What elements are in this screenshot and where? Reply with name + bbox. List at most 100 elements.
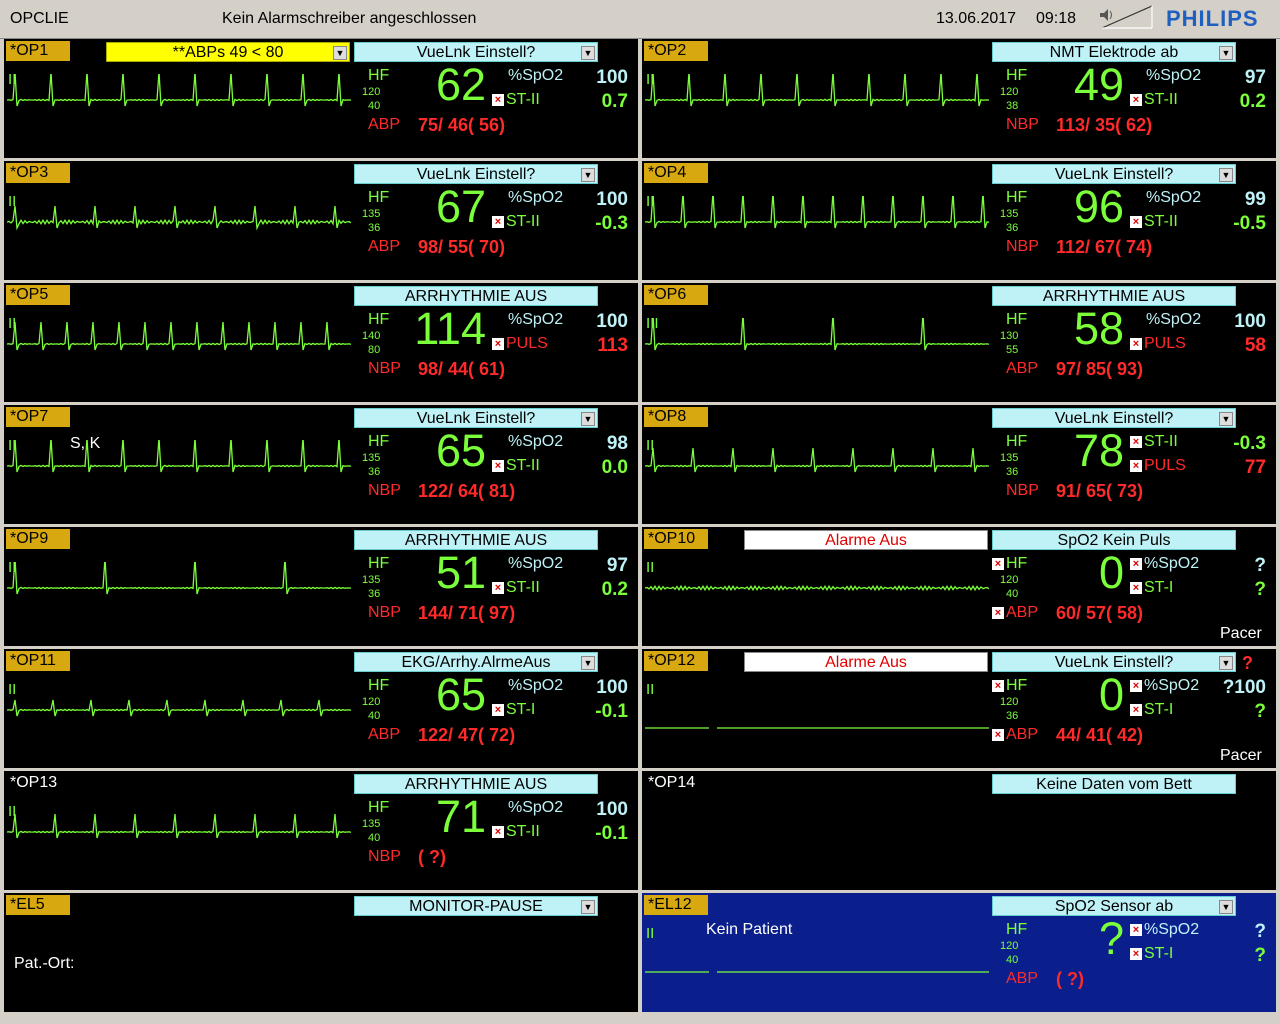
ecg-waveform	[645, 318, 989, 351]
bp-label: NBP	[368, 604, 401, 621]
heart-rate-value: 78	[1073, 425, 1124, 476]
heart-rate-value: 51	[435, 547, 486, 598]
ecg-waveform	[645, 971, 989, 973]
param1-value: 99	[1244, 189, 1266, 210]
bed-label[interactable]: *OP4	[644, 163, 708, 183]
bp-label: ABP	[1006, 970, 1039, 987]
bed-tile[interactable]: *OP11 EKG/Arrhy.AlrmeAus ▼ II HF 120 40 65 %SpO2…	[4, 649, 638, 768]
bed-tile[interactable]: *OP1 **ABPs 49 < 80 ▼ VueLnk Einstell? ▼ II HF…	[4, 39, 638, 158]
bp-value: ( ?)	[418, 847, 446, 867]
bed-tile[interactable]: *OP9 ARRHYTHMIE AUS II HF 135 36 51 %SpO2 97 × ST-…	[4, 527, 638, 646]
alarm-off-box[interactable]: Alarme Aus	[744, 530, 988, 550]
alarm-off-box[interactable]: Alarme Aus	[744, 652, 988, 672]
heart-rate-value: 65	[435, 425, 486, 476]
speaker-volume-icon[interactable]	[1098, 4, 1154, 30]
bed-label[interactable]: *EL5	[6, 895, 70, 915]
bed-tile[interactable]: *OP3 VueLnk Einstell? ▼ II HF 135 36 67 %SpO2 100…	[4, 161, 638, 280]
param1-label: %SpO2	[508, 555, 564, 572]
alarm-off-x-icon: ×	[1130, 338, 1142, 350]
alarm-message-box[interactable]: **ABPs 49 < 80 ▼	[106, 42, 350, 62]
app-title: OPCLIE	[10, 10, 69, 27]
param1-value: ?100	[1222, 677, 1266, 698]
status-box[interactable]: MONITOR-PAUSE ▼	[354, 896, 598, 916]
dropdown-arrow-icon[interactable]: ▼	[581, 168, 595, 182]
bed-tile[interactable]: *OP13 ARRHYTHMIE AUS II HF 135 40 71 %SpO2 100 × S…	[4, 771, 638, 890]
alarm-off-x-icon: ×	[492, 460, 504, 472]
bed-label[interactable]: *OP6	[644, 285, 708, 305]
ecg-waveform	[7, 699, 351, 717]
dropdown-arrow-icon[interactable]: ▼	[581, 412, 595, 426]
ecg-waveform	[645, 447, 989, 473]
dropdown-arrow-icon[interactable]: ▼	[1219, 168, 1233, 182]
bp-label: ABP	[368, 238, 401, 255]
param2-label: × ST-II	[492, 457, 540, 475]
dropdown-arrow-icon[interactable]: ▼	[1219, 656, 1233, 670]
param2-label: × ST-II	[492, 213, 540, 231]
bed-tile[interactable]: *OP14 Keine Daten vom Bett	[642, 771, 1276, 890]
bed-label[interactable]: *OP10	[644, 529, 708, 549]
bed-tile[interactable]: *OP5 ARRHYTHMIE AUS II HF 140 80 114 %SpO2 100 × P…	[4, 283, 638, 402]
alarm-off-x-icon: ×	[1130, 216, 1142, 228]
alarm-off-x-icon: ×	[992, 607, 1004, 619]
param1-label: %SpO2	[508, 67, 564, 84]
bed-label[interactable]: *OP9	[6, 529, 70, 549]
bed-label[interactable]: *OP2	[644, 41, 708, 61]
param1-value: 97	[606, 555, 628, 576]
dropdown-arrow-icon[interactable]: ▼	[581, 656, 595, 670]
alarm-off-x-icon: ×	[1130, 582, 1142, 594]
status-message: Kein Alarmschreiber angeschlossen	[222, 10, 477, 27]
bp-value: 113/ 35( 62)	[1056, 115, 1153, 135]
bed-tile[interactable]: *OP6 ARRHYTHMIE AUS III HF 130 55 58 %SpO2 100 × P…	[642, 283, 1276, 402]
bed-label[interactable]: *OP8	[644, 407, 708, 427]
param2-value: 0.0	[601, 457, 628, 478]
ecg-waveform	[645, 196, 989, 229]
dropdown-arrow-icon[interactable]: ▼	[581, 900, 595, 914]
bed-label[interactable]: *OP7	[6, 407, 70, 427]
bed-tile[interactable]: *EL12 SpO2 Sensor ab ▼ II Kein Patient HF 120 4…	[642, 893, 1276, 1012]
bed-label[interactable]: *OP1	[6, 41, 70, 61]
bp-label: NBP	[1006, 238, 1039, 255]
bed-label[interactable]: *OP3	[6, 163, 70, 183]
dropdown-arrow-icon[interactable]: ▼	[333, 46, 347, 60]
param1-value: 100	[1234, 311, 1266, 332]
param2-label: × ST-II	[492, 91, 540, 109]
bed-label[interactable]: *OP14	[644, 773, 708, 793]
patient-figure-icon[interactable]: ?	[1242, 653, 1253, 674]
bp-value: 98/ 55( 70)	[418, 237, 506, 257]
bed-label[interactable]: *OP11	[6, 651, 70, 671]
param1-label: %SpO2	[508, 433, 564, 450]
philips-logo: PHILIPS	[1166, 6, 1259, 31]
param1-value: 100	[596, 677, 628, 698]
param2-value: 0.2	[601, 579, 628, 600]
bp-value: 144/ 71( 97)	[418, 603, 516, 623]
bed-tile[interactable]: *OP12 Alarme Aus VueLnk Einstell? ▼ II × HF 120…	[642, 649, 1276, 768]
bed-tile[interactable]: *OP7 VueLnk Einstell? ▼ II S, K HF 135 36 65 %SpO…	[4, 405, 638, 524]
ecg-waveform	[7, 813, 351, 839]
date: 13.06.2017	[936, 10, 1017, 27]
bp-value: ( ?)	[1056, 969, 1084, 989]
bed-label[interactable]: *EL12	[644, 895, 708, 915]
bed-tile[interactable]: *EL5 MONITOR-PAUSE ▼ Pat.-Ort:	[4, 893, 638, 1012]
ecg-waveform	[7, 205, 351, 231]
dropdown-arrow-icon[interactable]: ▼	[1219, 46, 1233, 60]
dropdown-arrow-icon[interactable]: ▼	[581, 46, 595, 60]
bed-tile[interactable]: *OP8 VueLnk Einstell? ▼ II HF 135 36 78 × ST-II -0…	[642, 405, 1276, 524]
alarm-off-x-icon: ×	[492, 338, 504, 350]
param2-label: × ST-I	[1130, 701, 1173, 719]
alarm-off-x-icon: ×	[1130, 94, 1142, 106]
status-box[interactable]: Keine Daten vom Bett	[992, 774, 1236, 794]
bed-label[interactable]: *OP13	[6, 773, 70, 793]
param1-label: %SpO2	[508, 799, 564, 816]
param2-value: 0.2	[1239, 91, 1266, 112]
param1-value: 100	[596, 311, 628, 332]
dropdown-arrow-icon[interactable]: ▼	[1219, 900, 1233, 914]
bed-label[interactable]: *OP5	[6, 285, 70, 305]
bed-label[interactable]: *OP12	[644, 651, 708, 671]
bed-overview-grid: *OP1 **ABPs 49 < 80 ▼ VueLnk Einstell? ▼ II HF…	[4, 39, 1276, 1022]
bed-tile[interactable]: *OP10 Alarme Aus SpO2 Kein Puls II × HF 120 40 0…	[642, 527, 1276, 646]
bed-tile[interactable]: *OP4 VueLnk Einstell? ▼ II HF 135 36 96 %SpO2 99 ×…	[642, 161, 1276, 280]
bed-tile[interactable]: *OP2 NMT Elektrode ab ▼ II HF 120 38 49 %SpO2 97 ×…	[642, 39, 1276, 158]
alarm-off-x-icon: ×	[492, 216, 504, 228]
dropdown-arrow-icon[interactable]: ▼	[1219, 412, 1233, 426]
param2-value: -0.3	[595, 213, 628, 234]
